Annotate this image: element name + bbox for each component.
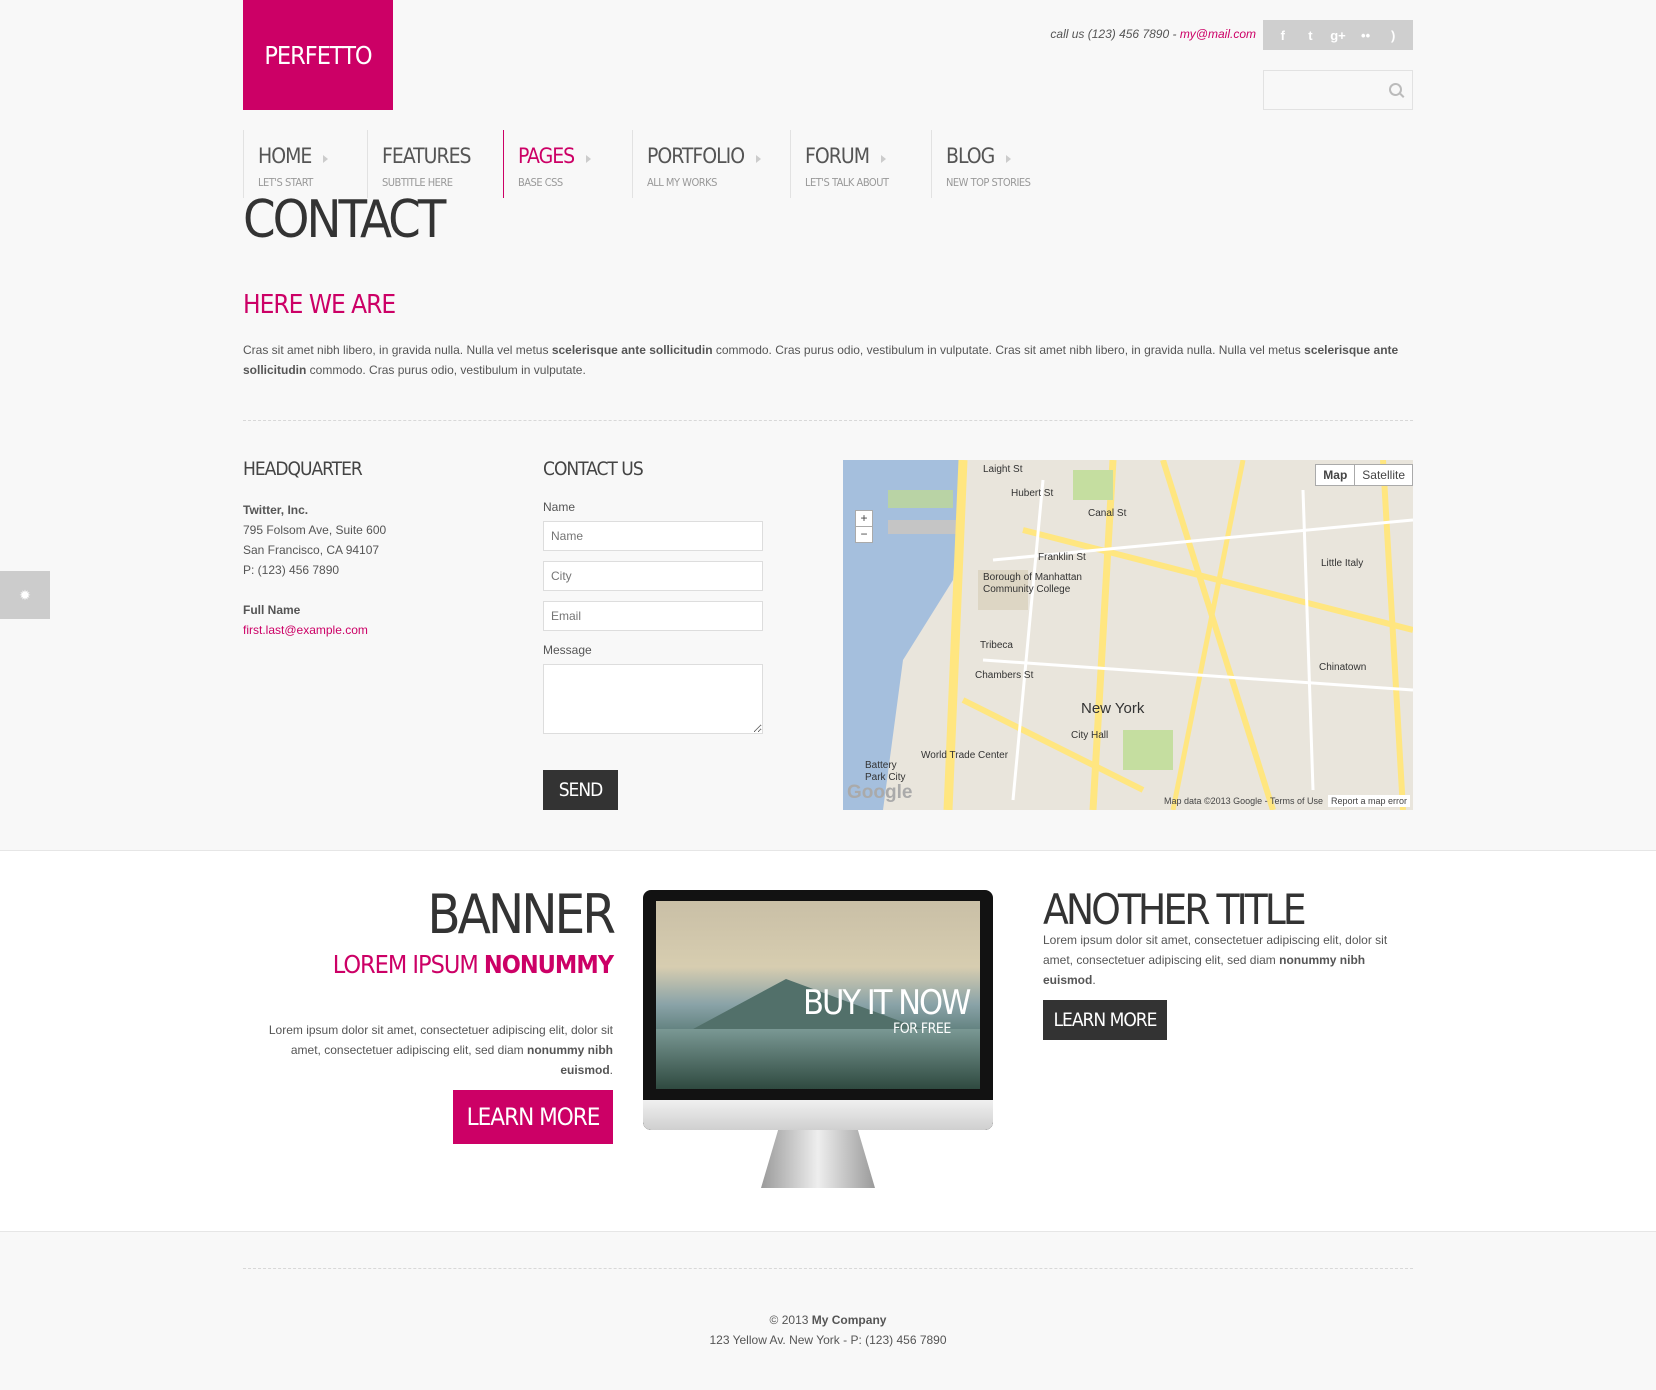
arrow-right-icon <box>586 154 592 163</box>
arrow-right-icon <box>1006 154 1012 163</box>
headquarter-heading: HEADQUARTER <box>243 458 363 480</box>
call-us: call us (123) 456 7890 - my@mail.com <box>1050 27 1256 41</box>
screen-subline: FOR FREE <box>893 1021 951 1037</box>
map-label: Borough of Manhattan Community College <box>983 572 1082 595</box>
main-nav: HOME LET'S START FEATURES SUBTITLE HERE PA… <box>243 130 1071 198</box>
message-label: Message <box>543 643 592 657</box>
map-label: City Hall <box>1071 730 1109 741</box>
send-button[interactable]: SEND <box>543 770 618 810</box>
arrow-right-icon <box>756 154 762 163</box>
map-label: Laight St <box>983 464 1023 475</box>
map-label: Franklin St <box>1038 552 1086 563</box>
arrow-right-icon <box>881 154 886 163</box>
zoom-in-button[interactable]: + <box>856 511 872 526</box>
arrow-right-icon <box>323 154 329 163</box>
screen-headline: BUY IT NOW <box>803 983 971 1023</box>
contact-heading: CONTACT US <box>543 458 644 480</box>
section-title: HERE WE ARE <box>243 290 396 320</box>
rss-icon[interactable]: ) <box>1383 28 1403 43</box>
contact-form: Name Message <box>543 500 763 734</box>
header-email-link[interactable]: my@mail.com <box>1180 27 1256 41</box>
googleplus-icon[interactable]: g+ <box>1328 28 1348 43</box>
search-icon[interactable] <box>1389 83 1402 96</box>
message-field[interactable] <box>543 664 763 734</box>
nav-item-features[interactable]: FEATURES SUBTITLE HERE <box>367 130 503 198</box>
map-type-toggle: Map Satellite <box>1315 464 1413 486</box>
gear-icon: ✹ <box>19 586 31 603</box>
zoom-out-button[interactable]: − <box>856 526 872 542</box>
divider <box>243 420 1413 421</box>
monitor-screen: BUY IT NOW FOR FREE <box>656 901 980 1089</box>
map-zoom-control: + − <box>855 510 873 543</box>
map-label: Battery Park City <box>865 760 906 783</box>
nav-item-pages[interactable]: PAGES BASE CSS <box>503 130 632 198</box>
site-logo[interactable]: PERFETTO <box>243 0 393 110</box>
settings-toggle[interactable]: ✹ <box>0 571 50 619</box>
nav-item-blog[interactable]: BLOG NEW TOP STORIES <box>931 130 1071 198</box>
map-label: Chambers St <box>975 670 1034 681</box>
map-label: Canal St <box>1088 508 1127 519</box>
map-attribution[interactable]: Map data ©2013 Google - Terms of Use <box>1164 796 1323 806</box>
twitter-icon[interactable]: t <box>1300 28 1320 43</box>
report-map-error-link[interactable]: Report a map error <box>1327 795 1410 807</box>
map-label: Chinatown <box>1319 662 1367 673</box>
headquarter-email-link[interactable]: first.last@example.com <box>243 623 368 637</box>
map-label: Tribeca <box>980 640 1013 651</box>
email-field[interactable] <box>543 601 763 631</box>
banner-text: Lorem ipsum dolor sit amet, consectetuer… <box>268 1023 613 1077</box>
facebook-icon[interactable]: f <box>1273 28 1293 43</box>
flickr-icon[interactable]: •• <box>1356 28 1376 43</box>
intro-text: Cras sit amet nibh libero, in gravida nu… <box>243 343 1399 377</box>
banner-subtitle: LOREM IPSUM NONUMMY <box>332 950 614 979</box>
map-label: Hubert St <box>1011 488 1054 499</box>
map-tab-satellite[interactable]: Satellite <box>1355 465 1412 485</box>
banner-title: BANNER <box>427 883 616 946</box>
google-map[interactable]: Map Satellite + − New York Tribeca Chinato… <box>843 460 1413 810</box>
another-title: ANOTHER TITLE <box>1043 885 1307 934</box>
monitor-stand <box>761 1130 875 1188</box>
name-label: Name <box>543 500 576 514</box>
map-label: World Trade Center <box>921 750 1009 761</box>
footer-divider <box>243 1268 1413 1269</box>
footer: © 2013 My Company 123 Yellow Av. New Yor… <box>709 1313 947 1347</box>
nav-item-portfolio[interactable]: PORTFOLIO ALL MY WORKS <box>632 130 790 198</box>
search-input[interactable] <box>1263 70 1413 110</box>
another-text: Lorem ipsum dolor sit amet, consectetuer… <box>1043 933 1388 987</box>
google-logo: Google <box>847 782 913 803</box>
headquarter-address: Twitter, Inc. 795 Folsom Ave, Suite 600 … <box>243 503 387 637</box>
page-title: CONTACT <box>243 190 446 250</box>
map-label: New York <box>1081 700 1145 717</box>
social-links: f t g+ •• ) <box>1263 20 1413 50</box>
name-field[interactable] <box>543 521 763 551</box>
map-label: Little Italy <box>1321 558 1364 569</box>
city-field[interactable] <box>543 561 763 591</box>
nav-item-home[interactable]: HOME LET'S START <box>243 130 367 198</box>
map-tab-map[interactable]: Map <box>1316 465 1356 485</box>
nav-item-forum[interactable]: FORUM LET'S TALK ABOUT <box>790 130 931 198</box>
monitor-image: BUY IT NOW FOR FREE <box>643 890 993 1190</box>
monitor-frame: BUY IT NOW FOR FREE <box>643 890 993 1130</box>
banner-learn-more-button[interactable]: LEARN MORE <box>453 1090 613 1144</box>
another-learn-more-button[interactable]: LEARN MORE <box>1043 1000 1167 1040</box>
